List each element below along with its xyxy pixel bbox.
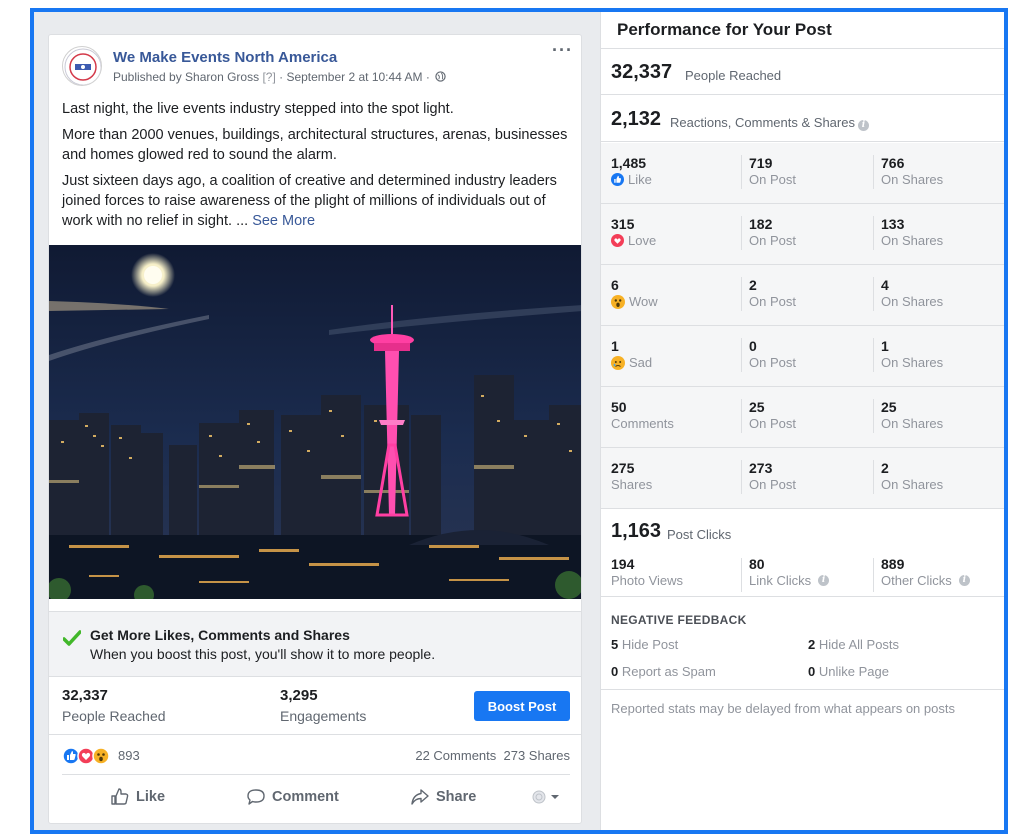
wow-row: 6 Wow 2 On Post 4 On Shares bbox=[601, 265, 1004, 326]
post-actions: Like Comment Share bbox=[62, 777, 570, 821]
reaction-breakdown: 1,485 Like 719 On Post 766 On Shares 315 Lov… bbox=[601, 143, 1004, 509]
reactions-comments-shares-row: 2,132 Reactions, Comments & Shares i bbox=[601, 96, 1004, 142]
link-clicks-value: 80 bbox=[749, 556, 765, 572]
post-paragraph: More than 2000 venues, buildings, archit… bbox=[62, 127, 568, 163]
engagements-value: 3,295 bbox=[280, 687, 318, 704]
post-paragraph: Just sixteen days ago, a coalition of cr… bbox=[62, 173, 557, 229]
post-text: Last night, the live events industry ste… bbox=[49, 87, 581, 231]
report-spam-stat: 0 Report as Spam bbox=[611, 664, 716, 679]
info-icon[interactable]: i bbox=[818, 575, 830, 586]
comments-row: 50 Comments 25 On Post 25 On Shares bbox=[601, 387, 1004, 448]
info-icon[interactable]: i bbox=[958, 575, 970, 586]
people-reached-value: 32,337 bbox=[62, 687, 108, 704]
rcs-label: Reactions, Comments & Shares bbox=[670, 115, 855, 130]
see-more-link[interactable]: See More bbox=[252, 213, 315, 229]
like-row: 1,485 Like 719 On Post 766 On Shares bbox=[601, 143, 1004, 204]
comments-count[interactable]: 22 Comments bbox=[415, 748, 496, 763]
stats-footnote: Reported stats may be delayed from what … bbox=[611, 701, 955, 716]
sad-icon bbox=[611, 355, 625, 370]
help-marker[interactable]: [?] bbox=[262, 70, 275, 84]
post-date[interactable]: · September 2 at 10:44 AM · bbox=[276, 70, 433, 84]
comment-button[interactable]: Comment bbox=[246, 787, 339, 807]
love-icon bbox=[611, 234, 624, 247]
share-button[interactable]: Share bbox=[410, 787, 476, 807]
avatar-small-icon bbox=[532, 790, 546, 804]
panel-title: Performance for Your Post bbox=[617, 20, 832, 39]
page-background: We Make Events North America Published b… bbox=[34, 12, 1004, 830]
boost-prompt-title: Get More Likes, Comments and Shares bbox=[90, 627, 350, 643]
photo-views-label: Photo Views bbox=[611, 573, 684, 588]
post-insights-row: 32,337 People Reached 3,295 Engagements … bbox=[49, 677, 581, 735]
post-card: We Make Events North America Published b… bbox=[48, 34, 582, 824]
people-reached-row: 32,337 People Reached bbox=[601, 49, 1004, 95]
engagements-label: Engagements bbox=[280, 708, 367, 724]
audience-selector[interactable] bbox=[532, 790, 560, 804]
more-options-button[interactable]: ··· bbox=[552, 41, 573, 59]
sad-row: 1 Sad 0 On Post 1 On Shares bbox=[601, 326, 1004, 387]
thumbs-up-icon bbox=[111, 788, 129, 805]
like-button[interactable]: Like bbox=[110, 787, 165, 807]
chevron-down-icon bbox=[551, 795, 559, 799]
hide-all-posts-stat: 2 Hide All Posts bbox=[808, 637, 900, 652]
boost-post-button[interactable]: Boost Post bbox=[474, 691, 570, 721]
post-photo[interactable] bbox=[49, 245, 581, 599]
wow-icon bbox=[611, 294, 625, 309]
unlike-page-stat: 0 Unlike Page bbox=[808, 664, 889, 679]
performance-panel: Performance for Your Post 32,337 People … bbox=[600, 12, 1004, 830]
post-paragraph: Last night, the live events industry ste… bbox=[62, 101, 454, 117]
other-clicks-value: 889 bbox=[881, 556, 905, 572]
page-avatar[interactable] bbox=[62, 46, 102, 86]
rcs-value: 2,132 bbox=[611, 108, 662, 130]
publisher[interactable]: Published by Sharon Gross bbox=[113, 70, 259, 84]
boost-prompt-subtitle: When you boost this post, you'll show it… bbox=[90, 646, 436, 662]
photo-views-value: 194 bbox=[611, 556, 635, 572]
comment-icon bbox=[247, 789, 265, 805]
other-clicks-label: Other Clicks bbox=[881, 573, 952, 588]
reaction-icons[interactable] bbox=[62, 747, 118, 765]
post-header: We Make Events North America Published b… bbox=[49, 35, 581, 87]
post-clicks-value: 1,163 bbox=[611, 520, 662, 542]
city-skyline-image bbox=[49, 245, 581, 599]
love-row: 315 Love 182 On Post 133 On Shares bbox=[601, 204, 1004, 265]
page-logo-icon bbox=[64, 48, 101, 85]
checkmark-icon bbox=[63, 630, 81, 646]
reactions-summary: 893 22 Comments 273 Shares bbox=[62, 735, 570, 775]
people-reached-label: People Reached bbox=[62, 708, 166, 724]
negative-feedback-title: NEGATIVE FEEDBACK bbox=[611, 613, 747, 627]
post-meta: Published by Sharon Gross [?] · Septembe… bbox=[113, 70, 446, 84]
share-arrow-icon bbox=[411, 789, 429, 805]
panel-reached-label: People Reached bbox=[685, 68, 782, 83]
shares-row: 275 Shares 273 On Post 2 On Shares bbox=[601, 448, 1004, 509]
hide-post-stat: 5 Hide Post bbox=[611, 637, 679, 652]
info-icon[interactable]: i bbox=[857, 120, 869, 131]
boost-prompt: Get More Likes, Comments and Shares When… bbox=[49, 611, 581, 677]
shares-count[interactable]: 273 Shares bbox=[504, 748, 571, 763]
link-clicks-label: Link Clicks bbox=[749, 573, 812, 588]
page-name[interactable]: We Make Events North America bbox=[113, 49, 337, 66]
post-clicks-section: 1,163 Post Clicks 194 Photo Views 80 Link … bbox=[601, 509, 1004, 597]
globe-icon bbox=[435, 71, 446, 82]
reaction-count[interactable]: 893 bbox=[118, 748, 140, 763]
panel-reached-value: 32,337 bbox=[611, 61, 673, 83]
frame-border: We Make Events North America Published b… bbox=[30, 8, 1008, 834]
like-icon bbox=[611, 173, 624, 186]
post-clicks-label: Post Clicks bbox=[667, 527, 732, 542]
